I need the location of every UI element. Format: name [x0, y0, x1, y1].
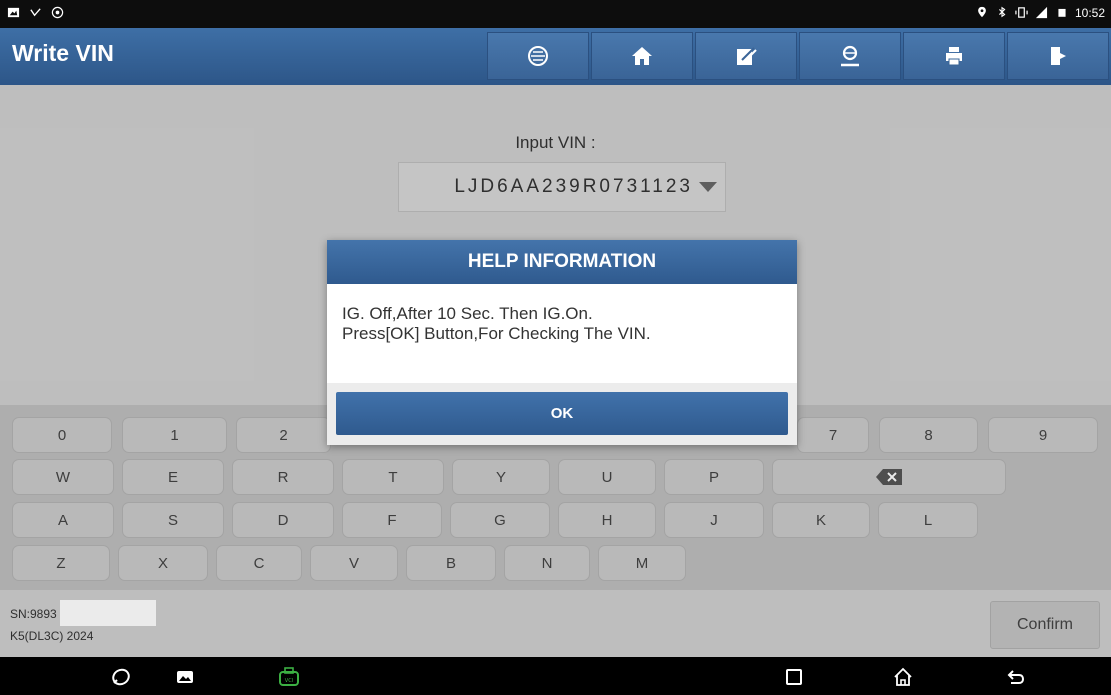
dialog-message: IG. Off,After 10 Sec. Then IG.On. Press[… [342, 304, 782, 344]
status-bar: 10:52 [0, 0, 1111, 28]
ok-button[interactable]: OK [336, 392, 788, 435]
back-icon[interactable] [1005, 666, 1027, 688]
system-nav-bar: VCI [0, 657, 1111, 695]
browser-icon[interactable] [110, 666, 132, 688]
vibrate-icon [1015, 6, 1029, 20]
image-icon [6, 6, 20, 20]
usb-debug-icon [28, 6, 42, 20]
feedback-icon [841, 45, 859, 67]
print-icon [946, 47, 962, 66]
exit-button[interactable] [1007, 32, 1109, 80]
page-title: Write VIN [12, 40, 114, 66]
svg-text:VCI: VCI [285, 678, 293, 684]
dialog-line-2: Press[OK] Button,For Checking The VIN. [342, 324, 651, 343]
clock: 10:52 [1074, 6, 1105, 20]
battery-icon [1055, 6, 1069, 20]
nav-home-icon[interactable] [892, 666, 914, 688]
edit-button[interactable] [695, 32, 797, 80]
dialog-title: HELP INFORMATION [327, 240, 797, 284]
settings-icon [50, 6, 64, 20]
title-bar: Write VIN [0, 28, 1111, 85]
dialog-line-1: IG. Off,After 10 Sec. Then IG.On. [342, 304, 593, 323]
signal-icon [1035, 6, 1049, 20]
feedback-button[interactable] [799, 32, 901, 80]
vci-icon[interactable]: VCI [278, 666, 300, 688]
home-icon [632, 47, 652, 65]
bluetooth-icon [995, 6, 1009, 20]
location-icon [975, 6, 989, 20]
exit-icon [1051, 47, 1066, 65]
home-button[interactable] [591, 32, 693, 80]
recent-apps-icon[interactable] [783, 666, 805, 688]
dialog-footer: OK [327, 383, 797, 445]
help-dialog: HELP INFORMATION IG. Off,After 10 Sec. T… [327, 240, 797, 445]
diagnose-button[interactable] [487, 32, 589, 80]
edit-icon [737, 47, 757, 65]
diagnose-icon [528, 46, 548, 66]
gallery-icon[interactable] [174, 666, 196, 688]
print-button[interactable] [903, 32, 1005, 80]
